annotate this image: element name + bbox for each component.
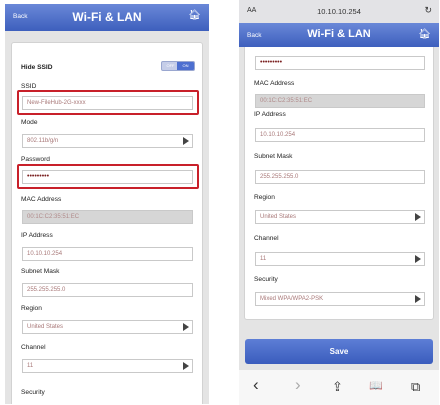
header-bar: Back Wi-Fi & LAN 🏠︎ [5, 4, 209, 31]
forward-arrow-icon[interactable]: › [295, 375, 301, 395]
region-value: United States [27, 324, 64, 330]
mac-label: MAC Address [254, 80, 295, 87]
region-value: United States [260, 214, 297, 220]
password-label: Password [21, 156, 50, 163]
url-text[interactable]: 10.10.10.254 [239, 7, 439, 16]
page-title: Wi-Fi & LAN [72, 10, 142, 24]
ip-input[interactable]: 10.10.10.254 [255, 128, 425, 142]
browser-address-bar[interactable]: AA 10.10.10.254 ↻ [239, 0, 439, 23]
mode-value: 802.11b/g/n [27, 138, 59, 144]
right-phone-screen: AA 10.10.10.254 ↻ Back Wi-Fi & LAN 🏠︎ ••… [239, 0, 439, 405]
left-phone-screen: Back Wi-Fi & LAN 🏠︎ Hide SSID OFF ON SSI… [5, 4, 209, 404]
subnet-input[interactable]: 255.255.255.0 [22, 283, 193, 297]
channel-value: 11 [27, 363, 34, 369]
channel-select[interactable]: 11 [255, 252, 425, 266]
browser-toolbar: ‹ › ⇪ 📖 ⧉ [239, 370, 439, 405]
channel-label: Channel [21, 344, 46, 351]
header-bar: Back Wi-Fi & LAN 🏠︎ [239, 23, 439, 47]
hide-ssid-label: Hide SSID [21, 64, 53, 71]
region-select[interactable]: United States [255, 210, 425, 224]
mac-field: 00:1C:C2:35:51:EC [255, 94, 425, 108]
security-value: Mixed WPA/WPA2-PSK [260, 296, 324, 302]
ip-input[interactable]: 10.10.10.254 [22, 247, 193, 261]
share-icon[interactable]: ⇪ [332, 379, 343, 395]
subnet-label: Subnet Mask [254, 153, 293, 160]
dropdown-arrow-icon [183, 362, 189, 370]
settings-card: Hide SSID OFF ON SSID New-FileHub-2G-xxx… [11, 42, 203, 404]
back-arrow-icon[interactable]: ‹ [253, 375, 259, 395]
security-label: Security [254, 276, 278, 283]
password-input[interactable]: ••••••••• [255, 56, 425, 70]
hide-ssid-toggle[interactable]: OFF ON [161, 61, 195, 71]
ssid-label: SSID [21, 83, 37, 90]
security-label: Security [21, 389, 45, 396]
dropdown-arrow-icon [415, 213, 421, 221]
ip-label: IP Address [254, 111, 286, 118]
mac-label: MAC Address [21, 196, 62, 203]
page-title: Wi-Fi & LAN [307, 28, 371, 40]
dropdown-arrow-icon [415, 295, 421, 303]
channel-value: 11 [260, 256, 267, 262]
mode-label: Mode [21, 119, 38, 126]
toggle-on-label: ON [177, 62, 194, 70]
subnet-label: Subnet Mask [21, 268, 60, 275]
channel-label: Channel [254, 235, 279, 242]
save-button[interactable]: Save [245, 339, 433, 364]
reload-icon[interactable]: ↻ [424, 5, 432, 16]
bookmarks-icon[interactable]: 📖 [369, 379, 383, 392]
subnet-input[interactable]: 255.255.255.0 [255, 170, 425, 184]
dropdown-arrow-icon [183, 137, 189, 145]
home-icon[interactable]: 🏠︎ [188, 10, 201, 21]
mac-field: 00:1C:C2:35:51:EC [22, 210, 193, 224]
home-icon[interactable]: 🏠︎ [418, 29, 431, 40]
region-select[interactable]: United States [22, 320, 193, 334]
dropdown-arrow-icon [183, 323, 189, 331]
region-label: Region [254, 194, 275, 201]
ssid-highlight-box [17, 90, 199, 115]
settings-card: ••••••••• MAC Address 00:1C:C2:35:51:EC … [244, 47, 434, 320]
ip-label: IP Address [21, 232, 53, 239]
dropdown-arrow-icon [415, 255, 421, 263]
mode-select[interactable]: 802.11b/g/n [22, 134, 193, 148]
region-label: Region [21, 305, 42, 312]
tabs-icon[interactable]: ⧉ [411, 379, 420, 395]
security-select[interactable]: Mixed WPA/WPA2-PSK [255, 292, 425, 306]
channel-select[interactable]: 11 [22, 359, 193, 373]
password-highlight-box [17, 164, 199, 189]
